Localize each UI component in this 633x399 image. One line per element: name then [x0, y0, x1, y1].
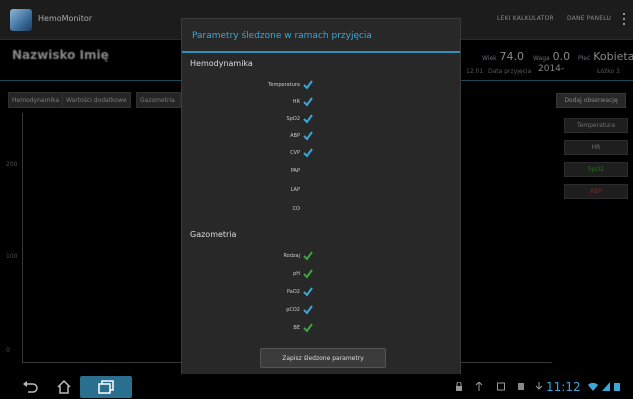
- signal-icon: [602, 382, 610, 391]
- param-label: BE: [293, 325, 300, 331]
- param-row[interactable]: PaO2: [182, 286, 322, 300]
- app-title: HemoMonitor: [38, 14, 93, 23]
- checkmark-icon[interactable]: [302, 304, 314, 316]
- wifi-icon: [588, 382, 598, 391]
- system-nav-bar: 11:12: [0, 374, 633, 399]
- param-row[interactable]: SpO2: [182, 113, 322, 127]
- param-row[interactable]: LAP: [182, 184, 322, 198]
- status-clock: 11:12: [546, 380, 581, 394]
- home-icon[interactable]: [56, 380, 72, 394]
- param-label: ABP: [290, 133, 300, 139]
- save-tracked-params-button[interactable]: Zapisz śledzone parametry: [260, 348, 386, 368]
- drug-calculator-button[interactable]: LEKI KALKULATOR: [497, 15, 554, 22]
- overflow-menu-icon[interactable]: [622, 13, 626, 27]
- param-label: LAP: [290, 187, 300, 193]
- app-icon[interactable]: [10, 9, 32, 31]
- battery-icon: [614, 383, 620, 391]
- param-row[interactable]: ABP: [182, 130, 322, 144]
- param-label: Temperatura: [268, 82, 300, 88]
- param-label: HR: [292, 99, 300, 105]
- param-label: PAP: [290, 168, 300, 174]
- param-row[interactable]: CVP: [182, 147, 322, 161]
- param-label: SpO2: [286, 116, 300, 122]
- checkmark-icon[interactable]: [302, 322, 314, 334]
- checkmark-icon[interactable]: [302, 96, 314, 108]
- notification-icon: [518, 383, 524, 390]
- dialog-title-divider: [182, 51, 460, 53]
- param-label: CO: [292, 206, 300, 212]
- back-icon[interactable]: [22, 380, 38, 394]
- param-label: PaO2: [287, 289, 300, 295]
- download-icon: [535, 382, 543, 390]
- param-row[interactable]: Rodzaj: [182, 250, 322, 264]
- checkmark-icon[interactable]: [302, 250, 314, 262]
- checkmark-icon[interactable]: [302, 130, 314, 142]
- param-label: Rodzaj: [283, 253, 300, 259]
- section-gasometry: Gazometria: [190, 230, 237, 239]
- tracked-params-dialog: Parametry śledzone w ramach przyjęcia He…: [181, 18, 461, 378]
- param-row[interactable]: Temperatura: [182, 79, 322, 93]
- section-hemodynamics: Hemodynamika: [190, 59, 253, 68]
- param-row[interactable]: PAP: [182, 165, 322, 179]
- dialog-title: Parametry śledzone w ramach przyjęcia: [192, 31, 372, 41]
- param-label: pCO2: [286, 307, 300, 313]
- param-row[interactable]: pCO2: [182, 304, 322, 318]
- param-row[interactable]: BE: [182, 322, 322, 336]
- param-row[interactable]: CO: [182, 203, 322, 217]
- param-label: CVP: [290, 150, 300, 156]
- screenshot-icon: [497, 382, 505, 391]
- checkmark-icon[interactable]: [302, 286, 314, 298]
- checkmark-icon[interactable]: [302, 79, 314, 91]
- usb-icon: [475, 382, 483, 391]
- param-row[interactable]: HR: [182, 96, 322, 110]
- checkmark-icon[interactable]: [302, 113, 314, 125]
- checkmark-icon[interactable]: [302, 268, 314, 280]
- param-label: pH: [293, 271, 300, 277]
- lock-icon: [456, 382, 462, 391]
- recent-apps-icon[interactable]: [97, 380, 115, 394]
- checkmark-icon[interactable]: [302, 147, 314, 159]
- param-row[interactable]: pH: [182, 268, 322, 282]
- panel-data-button[interactable]: DANE PANELU: [567, 15, 611, 22]
